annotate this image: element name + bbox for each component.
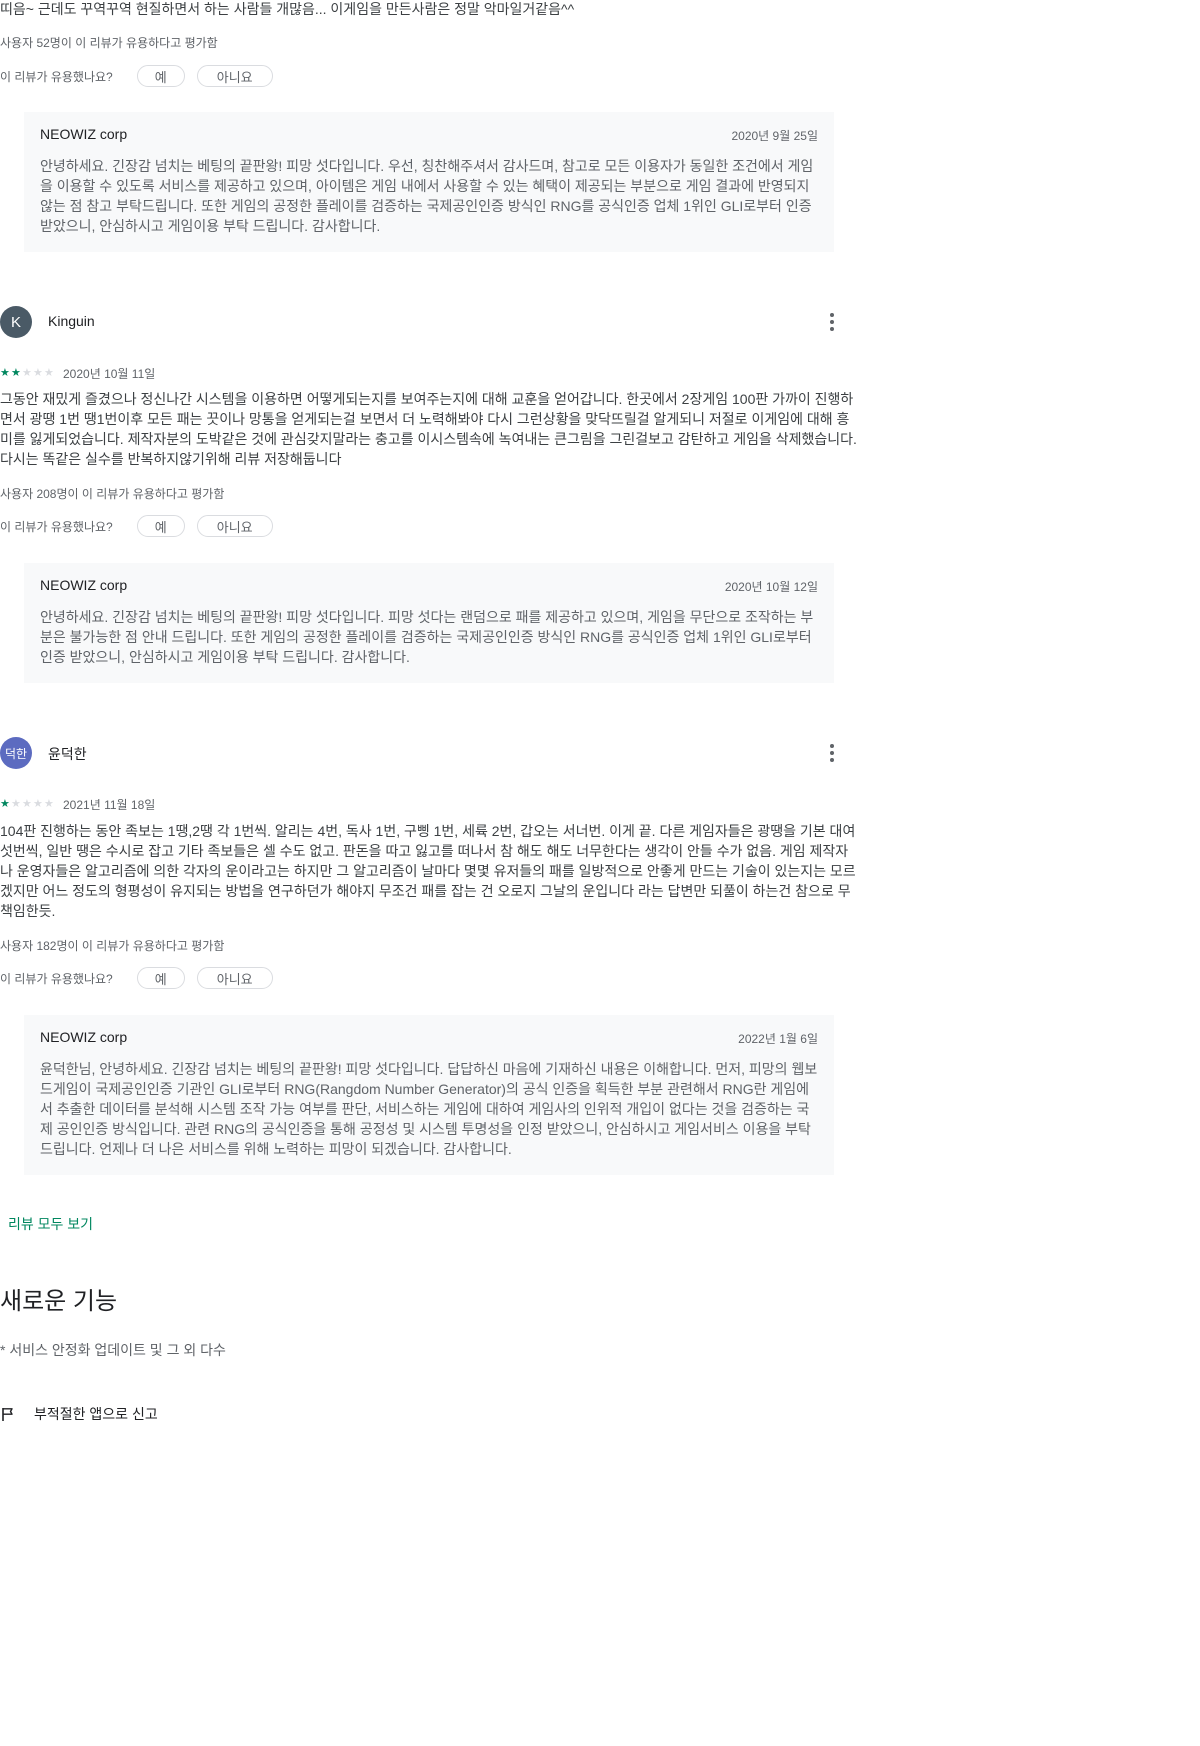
helpful-no-button[interactable]: 아니요: [196, 515, 273, 537]
more-options-icon[interactable]: [820, 310, 844, 334]
star-empty-icon: ★: [11, 798, 21, 810]
helpful-no-button[interactable]: 아니요: [196, 65, 273, 87]
star-empty-icon: ★: [22, 798, 32, 810]
star-filled-icon: ★: [0, 798, 10, 810]
helpful-yes-button[interactable]: 예: [136, 65, 185, 87]
see-all-reviews-link[interactable]: 리뷰 모두 보기: [8, 1214, 93, 1234]
review-text-partial: 띠음~ 근데도 꾸역꾸역 현질하면서 하는 사람들 개많음... 이게임을 만든…: [0, 1, 575, 17]
helpful-row: 이 리뷰가 유용했나요? 예 아니요: [0, 64, 285, 88]
helpful-yes-button[interactable]: 예: [136, 967, 185, 989]
review-body: 그동안 재밌게 즐겼으나 정신나간 시스템을 이용하면 어떻게되는지를 보여주는…: [0, 391, 857, 467]
review-date: 2021년 11월 18일: [63, 797, 156, 812]
helpful-question: 이 리뷰가 유용했나요?: [0, 519, 113, 534]
reviewer-name: 윤덕한: [48, 746, 87, 762]
reply-header: NEOWIZ corp 2020년 10월 12일: [40, 577, 818, 597]
developer-reply: NEOWIZ corp 2022년 1월 6일 윤덕한님, 안녕하세요. 긴장감…: [24, 1015, 834, 1175]
star-empty-icon: ★: [44, 367, 54, 379]
helpful-no-button[interactable]: 아니요: [196, 967, 273, 989]
helpful-count: 사용자 208명이 이 리뷰가 유용하다고 평가함: [0, 487, 225, 501]
avatar: K: [0, 306, 32, 338]
reply-author: NEOWIZ corp: [40, 126, 128, 142]
helpful-question: 이 리뷰가 유용했나요?: [0, 69, 113, 84]
whats-new-body: * 서비스 안정화 업데이트 및 그 외 다수: [0, 1342, 226, 1358]
rating-row: ★ ★ ★ ★ ★ 2021년 11월 18일: [0, 796, 155, 812]
more-options-icon[interactable]: [820, 741, 844, 765]
helpful-count: 사용자 52명이 이 리뷰가 유용하다고 평가함: [0, 36, 218, 50]
developer-reply: NEOWIZ corp 2020년 9월 25일 안녕하세요. 긴장감 넘치는 …: [24, 112, 834, 252]
reply-author: NEOWIZ corp: [40, 1029, 128, 1045]
reply-date: 2020년 9월 25일: [731, 129, 818, 143]
star-empty-icon: ★: [44, 798, 54, 810]
reply-author: NEOWIZ corp: [40, 577, 128, 593]
report-label: 부적절한 앱으로 신고: [34, 1406, 158, 1422]
helpful-count: 사용자 182명이 이 리뷰가 유용하다고 평가함: [0, 939, 225, 953]
helpful-row: 이 리뷰가 유용했나요? 예 아니요: [0, 966, 285, 990]
reply-date: 2022년 1월 6일: [738, 1032, 818, 1046]
helpful-question: 이 리뷰가 유용했나요?: [0, 971, 113, 986]
reply-header: NEOWIZ corp 2022년 1월 6일: [40, 1029, 818, 1049]
star-empty-icon: ★: [33, 798, 43, 810]
star-filled-icon: ★: [0, 367, 10, 379]
star-rating: ★ ★ ★ ★ ★: [0, 367, 55, 379]
helpful-yes-button[interactable]: 예: [136, 515, 185, 537]
helpful-row: 이 리뷰가 유용했나요? 예 아니요: [0, 514, 285, 538]
whats-new-title: 새로운 기능: [0, 1288, 118, 1315]
reply-date: 2020년 10월 12일: [724, 580, 818, 594]
review-date: 2020년 10월 11일: [63, 366, 156, 381]
rating-row: ★ ★ ★ ★ ★ 2020년 10월 11일: [0, 365, 155, 381]
report-app-button[interactable]: 부적절한 앱으로 신고: [0, 1402, 158, 1426]
reply-body: 안녕하세요. 긴장감 넘치는 베팅의 끝판왕! 피망 섯다입니다. 우선, 칭찬…: [40, 158, 814, 234]
reply-header: NEOWIZ corp 2020년 9월 25일: [40, 126, 818, 146]
review-body: 104판 진행하는 동안 족보는 1땡,2땡 각 1번씩. 알리는 4번, 독사…: [0, 823, 856, 919]
developer-reply: NEOWIZ corp 2020년 10월 12일 안녕하세요. 긴장감 넘치는…: [24, 563, 834, 683]
reviewer-name: Kinguin: [48, 313, 95, 329]
review-header: 덕한 윤덕한: [0, 737, 860, 769]
reply-body: 윤덕한님, 안녕하세요. 긴장감 넘치는 베팅의 끝판왕! 피망 섯다입니다. …: [40, 1061, 818, 1157]
star-empty-icon: ★: [33, 367, 43, 379]
reply-body: 안녕하세요. 긴장감 넘치는 베팅의 끝판왕! 피망 섯다입니다. 피망 섯다는…: [40, 609, 814, 665]
flag-icon: [2, 1408, 13, 1421]
star-filled-icon: ★: [11, 367, 21, 379]
avatar: 덕한: [0, 737, 32, 769]
review-header: K Kinguin: [0, 306, 860, 338]
star-rating: ★ ★ ★ ★ ★: [0, 798, 55, 810]
star-empty-icon: ★: [22, 367, 32, 379]
